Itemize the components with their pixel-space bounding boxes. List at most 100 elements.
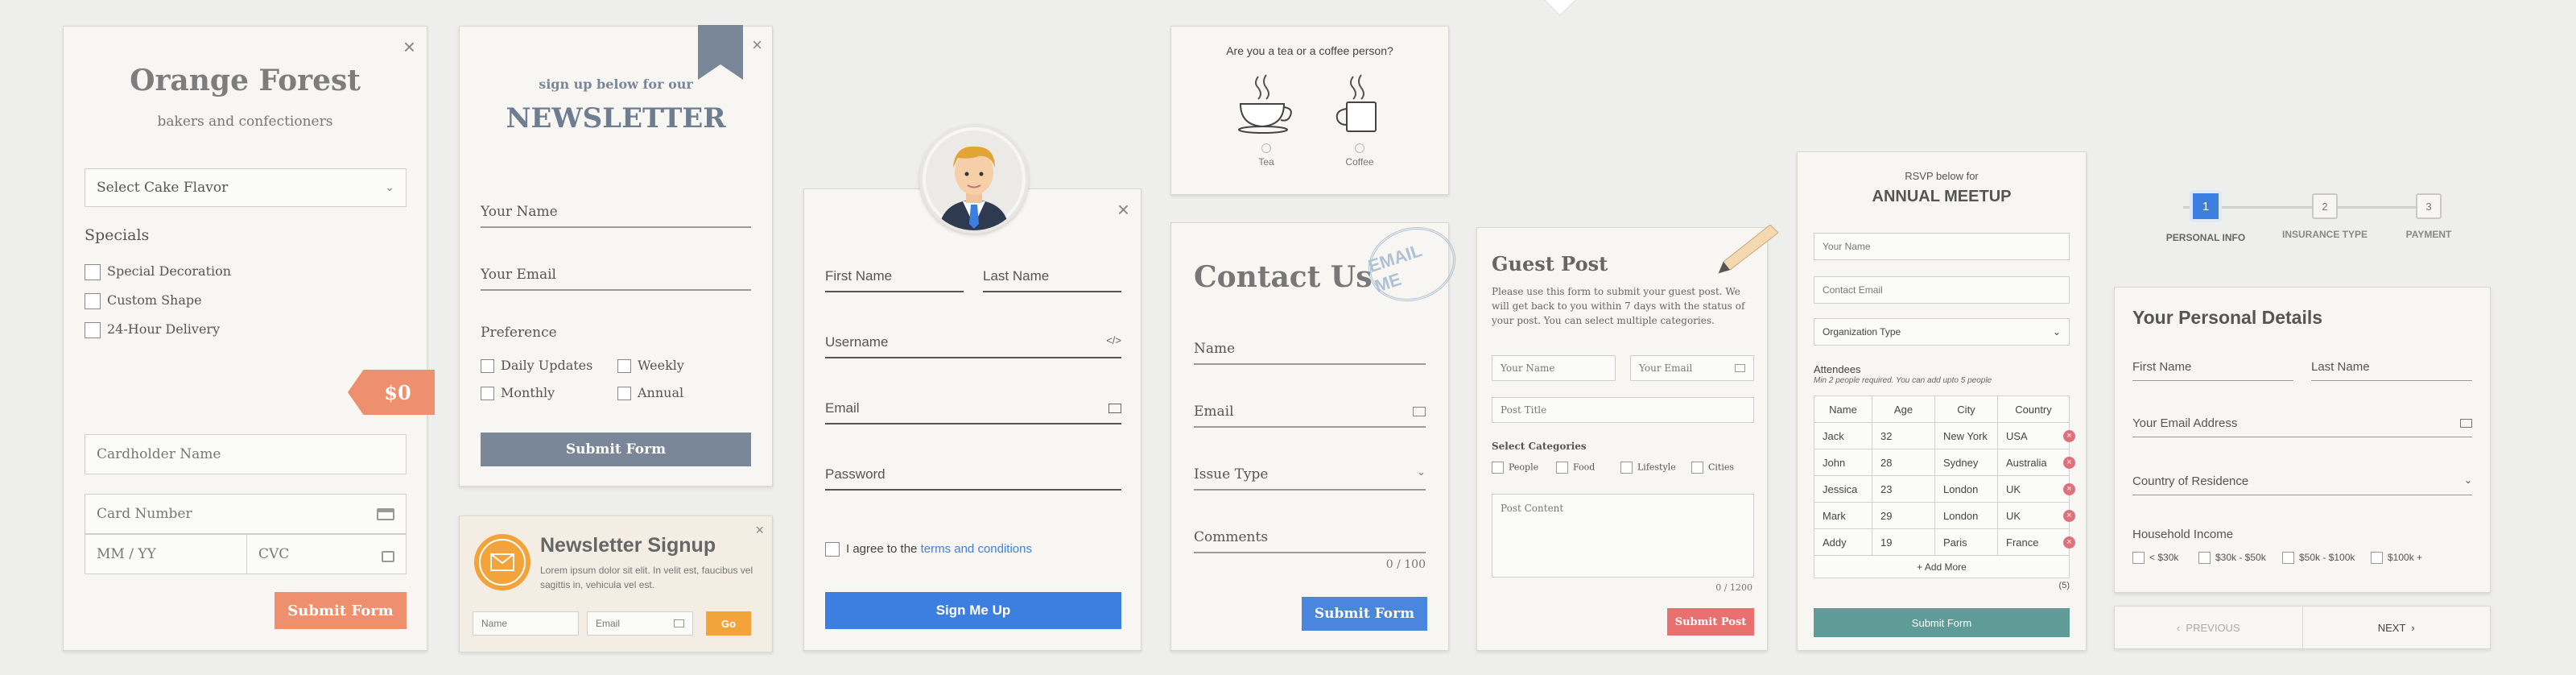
checkbox[interactable] [85, 263, 101, 280]
radio[interactable] [1355, 143, 1364, 153]
wizard-step-active[interactable]: 1 PERSONAL INFO [2162, 190, 2249, 243]
email-input[interactable]: Your Email Address [2132, 416, 2472, 437]
submit-button[interactable]: Submit Form [1302, 597, 1427, 631]
table-cell[interactable]: 29 [1872, 502, 1935, 529]
checkbox[interactable] [1492, 462, 1504, 474]
table-cell[interactable]: London [1934, 502, 1998, 529]
table-cell[interactable]: USA × [1997, 422, 2075, 449]
income-option[interactable]: $50k - $100k [2282, 552, 2371, 565]
close-icon[interactable]: × [1117, 199, 1129, 220]
checkbox[interactable] [2198, 552, 2211, 565]
special-option[interactable]: Special Decoration [85, 257, 231, 286]
checkbox[interactable] [85, 321, 101, 338]
last-name-input[interactable]: Last Name [2311, 360, 2472, 381]
preference-option[interactable]: Monthly [481, 379, 617, 407]
terms-link[interactable]: terms and conditions [921, 542, 1032, 556]
cake-flavor-select[interactable]: Select Cake Flavor ⌄ [85, 168, 407, 207]
preference-option[interactable]: Daily Updates [481, 352, 617, 379]
submit-post-button[interactable]: Submit Post [1667, 608, 1754, 636]
contact-email-input[interactable]: Contact Email [1814, 276, 2070, 304]
table-cell[interactable]: Paris [1934, 528, 1998, 556]
remove-icon[interactable]: × [2063, 510, 2075, 522]
remove-icon[interactable]: × [2063, 536, 2075, 549]
table-cell[interactable]: 23 [1872, 475, 1935, 503]
checkbox[interactable] [617, 387, 631, 400]
submit-button[interactable]: Submit Form [275, 592, 407, 629]
table-cell[interactable]: France × [1997, 528, 2075, 556]
checkbox[interactable] [481, 387, 494, 400]
special-option[interactable]: Custom Shape [85, 286, 231, 315]
name-input[interactable]: Your Name [1814, 233, 2070, 260]
card-number-input[interactable]: Card Number [85, 494, 407, 534]
post-title-input[interactable]: Post Title [1492, 397, 1754, 423]
previous-button[interactable]: ‹ PREVIOUS [2115, 607, 2303, 648]
checkbox[interactable] [2371, 552, 2383, 565]
name-input[interactable]: Your Name [481, 204, 751, 228]
checkbox[interactable] [617, 359, 631, 373]
username-input[interactable]: Username </> [825, 334, 1121, 358]
expiry-input[interactable]: MM / YY [85, 534, 247, 574]
name-input[interactable]: Name [473, 611, 579, 636]
preference-option[interactable]: Annual [617, 379, 683, 407]
tea-option[interactable]: Tea [1234, 72, 1298, 168]
close-icon[interactable]: × [752, 36, 762, 54]
table-cell[interactable]: Jessica [1814, 475, 1872, 503]
category-option[interactable]: Cities [1691, 462, 1734, 474]
table-cell[interactable]: UK × [1997, 475, 2075, 503]
issue-type-select[interactable]: Issue Type ⌄ [1194, 466, 1426, 491]
terms-checkbox-row[interactable]: I agree to the terms and conditions [825, 542, 1032, 557]
wizard-step[interactable]: 2 INSURANCE TYPE [2277, 190, 2373, 240]
first-name-input[interactable]: First Name [825, 268, 964, 292]
wizard-step[interactable]: 3 PAYMENT [2392, 190, 2465, 240]
preference-option[interactable]: Weekly [617, 352, 684, 379]
remove-icon[interactable]: × [2063, 457, 2075, 469]
table-cell[interactable]: 28 [1872, 449, 1935, 476]
checkbox[interactable] [481, 359, 494, 373]
remove-icon[interactable]: × [2063, 430, 2075, 442]
email-input[interactable]: Your Email [481, 267, 751, 291]
name-input[interactable]: Your Name [1492, 355, 1616, 381]
email-input[interactable]: Email [825, 400, 1121, 424]
special-option[interactable]: 24-Hour Delivery [85, 315, 231, 344]
category-option[interactable]: People [1492, 462, 1556, 474]
table-cell[interactable]: Mark [1814, 502, 1872, 529]
checkbox[interactable] [1620, 462, 1633, 474]
password-input[interactable]: Password [825, 466, 1121, 491]
radio[interactable] [1261, 143, 1271, 153]
table-cell[interactable]: New York [1934, 422, 1998, 449]
go-button[interactable]: Go [706, 611, 751, 636]
cardholder-name-input[interactable]: Cardholder Name [85, 434, 407, 474]
email-input[interactable]: Your Email [1630, 355, 1754, 381]
table-cell[interactable]: UK × [1997, 502, 2075, 529]
submit-button[interactable]: Submit Form [481, 433, 751, 466]
income-option[interactable]: $100k + [2371, 552, 2422, 565]
first-name-input[interactable]: First Name [2132, 360, 2293, 381]
close-icon[interactable]: × [403, 36, 415, 57]
submit-button[interactable]: Submit Form [1814, 608, 2070, 637]
cvc-input[interactable]: CVC [246, 534, 407, 574]
remove-icon[interactable]: × [2063, 483, 2075, 495]
next-button[interactable]: NEXT › [2303, 607, 2491, 648]
coffee-option[interactable]: Coffee [1327, 72, 1392, 168]
table-cell[interactable]: Sydney [1934, 449, 1998, 476]
name-input[interactable]: Name [1194, 341, 1426, 365]
income-option[interactable]: < $30k [2132, 552, 2198, 565]
organization-type-select[interactable]: Organization Type ⌄ [1814, 318, 2070, 346]
country-select[interactable]: Country of Residence ⌄ [2132, 474, 2472, 495]
checkbox[interactable] [2282, 552, 2294, 565]
table-cell[interactable]: Addy [1814, 528, 1872, 556]
checkbox[interactable] [1556, 462, 1568, 474]
checkbox[interactable] [1691, 462, 1703, 474]
table-cell[interactable]: John [1814, 449, 1872, 476]
comments-input[interactable]: Comments [1194, 529, 1426, 553]
close-icon[interactable]: × [755, 523, 764, 537]
post-content-textarea[interactable]: Post Content [1492, 494, 1754, 578]
email-input[interactable]: Email [587, 611, 693, 636]
checkbox[interactable] [85, 292, 101, 309]
table-cell[interactable]: Australia × [1997, 449, 2075, 476]
last-name-input[interactable]: Last Name [983, 268, 1121, 292]
income-option[interactable]: $30k - $50k [2198, 552, 2282, 565]
category-option[interactable]: Lifestyle [1620, 462, 1691, 474]
sign-me-up-button[interactable]: Sign Me Up [825, 592, 1121, 629]
checkbox[interactable] [825, 542, 840, 557]
